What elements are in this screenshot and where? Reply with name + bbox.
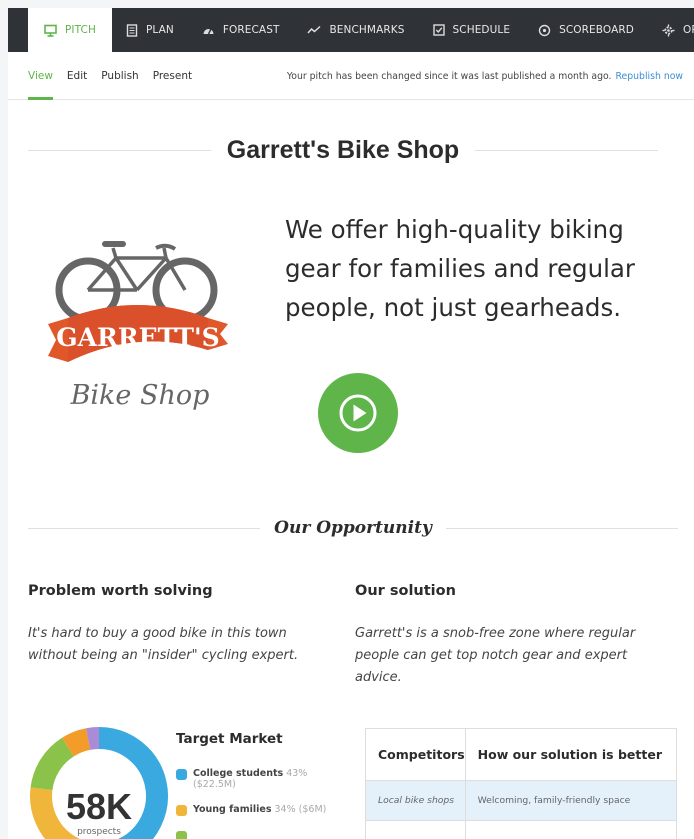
publish-notice: Your pitch has been changed since it was… <box>287 52 683 100</box>
legend-college-detail: 43% <box>286 768 308 779</box>
prospects-label: prospects <box>77 827 121 837</box>
col-header-competitors: Competitors <box>365 728 466 781</box>
nav-pitch-label: PITCH <box>65 24 96 36</box>
gauge-icon <box>203 28 214 35</box>
title-row: Garrett's Bike Shop <box>28 134 658 166</box>
publish-notice-text: Your pitch has been changed since it was… <box>286 70 612 82</box>
gear-icon <box>662 24 675 36</box>
problem-title: Problem worth solving <box>28 583 213 599</box>
monitor-icon <box>44 24 57 37</box>
legend-college-amount: ($22.5M) <box>193 779 236 790</box>
legend-college-name: College students <box>193 768 284 779</box>
legend-college-students: College students 43% ($22.5M) <box>176 768 307 790</box>
republish-link[interactable]: Republish now <box>616 71 684 82</box>
opportunity-row: Our Opportunity <box>28 513 678 543</box>
checkbox-icon <box>432 24 445 36</box>
nav-forecast[interactable]: FORECAST <box>188 8 294 52</box>
top-navigation: PITCH PLAN FORECAST BENCHMARKS SCHEDULE … <box>8 8 694 52</box>
nav-benchmarks[interactable]: BENCHMARKS <box>293 8 418 52</box>
nav-schedule-label: SCHEDULE <box>452 24 511 36</box>
pitch-page: PITCH PLAN FORECAST BENCHMARKS SCHEDULE … <box>8 8 694 839</box>
donut-segment <box>62 728 91 757</box>
legend-families-text: Young families 34% ($6M) <box>193 804 326 816</box>
nav-benchmarks-label: BENCHMARKS <box>329 24 405 36</box>
solution-title: Our solution <box>355 583 456 599</box>
donut-segment <box>30 737 75 791</box>
nav-plan[interactable]: PLAN <box>112 8 188 52</box>
donut-segment <box>86 727 100 750</box>
solution-text: Garrett's is a snob-free zone where regu… <box>355 626 636 685</box>
opportunity-divider-left <box>28 527 261 529</box>
tab-present[interactable]: Present <box>153 52 192 100</box>
nav-forecast-label: FORECAST <box>222 24 280 36</box>
nav-scoreboard-label: SCOREBOARD <box>559 24 634 36</box>
competitor-name <box>365 820 466 839</box>
tab-publish[interactable]: Publish <box>101 52 138 100</box>
prospects-count: 58K <box>65 786 133 827</box>
company-logo: GARRETT'S Bike Shop <box>48 241 228 411</box>
play-video-button[interactable] <box>318 373 398 453</box>
competitors-table: Competitors How our solution is better L… <box>365 728 678 839</box>
target-market-title: Target Market <box>176 731 283 747</box>
legend-swatch <box>176 831 187 839</box>
dial-icon <box>538 24 551 36</box>
nav-options[interactable]: OPTIONS <box>648 8 694 52</box>
page-title: Garrett's Bike Shop <box>226 135 460 164</box>
play-icon <box>339 394 377 432</box>
logo-line2: Bike Shop <box>70 380 210 411</box>
legend-swatch <box>176 769 187 780</box>
legend-families-name: Young families <box>193 804 272 815</box>
opportunity-heading: Our Opportunity <box>274 518 432 538</box>
tab-edit[interactable]: Edit <box>67 52 87 100</box>
opportunity-divider-right <box>445 527 678 529</box>
pitch-headline: We offer high-quality biking gear for fa… <box>285 215 635 322</box>
document-icon <box>126 23 138 37</box>
legend-swatch <box>176 805 187 816</box>
problem-text: It's hard to buy a good bike in this tow… <box>28 626 299 663</box>
nav-pitch[interactable]: PITCH <box>28 8 112 52</box>
table-row: Local bike shops Welcoming, family-frien… <box>365 780 678 821</box>
table-header-row: Competitors How our solution is better <box>365 728 678 781</box>
tab-view[interactable]: View <box>28 52 53 100</box>
nav-options-label: OPTIONS <box>682 24 694 36</box>
table-row <box>365 820 678 839</box>
legend-college-text: College students 43% ($22.5M) <box>193 768 307 790</box>
legend-families-detail: 34% ($6M) <box>274 804 327 815</box>
logo-line1: GARRETT'S <box>56 323 219 352</box>
legend-young-families: Young families 34% ($6M) <box>176 804 326 816</box>
nav-scoreboard[interactable]: SCOREBOARD <box>524 8 648 52</box>
legend-third-segment <box>176 830 187 839</box>
competitor-advantage: Welcoming, family-friendly space <box>464 780 678 821</box>
nav-schedule[interactable]: SCHEDULE <box>419 8 525 52</box>
competitor-name: Local bike shops <box>365 780 466 821</box>
title-divider-left <box>28 149 211 151</box>
sub-navigation: View Edit Publish Present Your pitch has… <box>8 52 694 100</box>
title-divider-right <box>475 149 658 151</box>
col-header-better: How our solution is better <box>464 728 678 781</box>
trend-icon <box>307 25 321 34</box>
nav-plan-label: PLAN <box>145 24 174 36</box>
competitor-advantage <box>464 820 678 839</box>
